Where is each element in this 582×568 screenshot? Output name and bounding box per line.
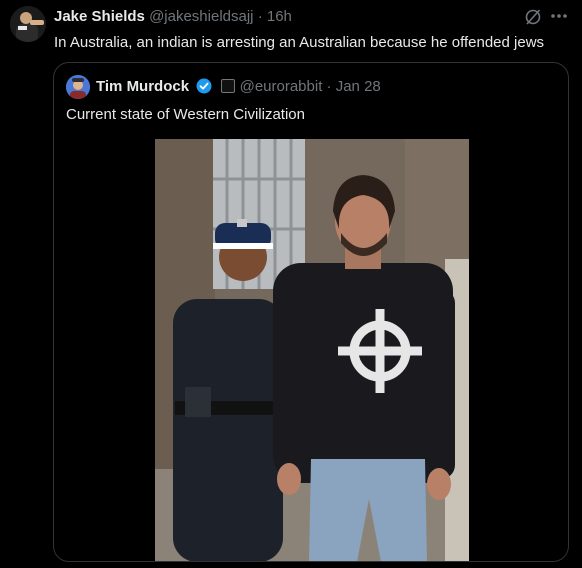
grok-icon[interactable] — [524, 8, 542, 26]
quoted-tweet-date[interactable]: Jan 28 — [336, 78, 381, 95]
separator-dot: · — [257, 8, 263, 25]
tweet: Jake Shields @jakeshieldsajj · 16h In Au… — [0, 0, 582, 568]
tweet-time[interactable]: 16h — [267, 8, 292, 25]
author-handle[interactable]: @jakeshieldsajj — [149, 8, 253, 25]
quoted-tweet[interactable]: Tim Murdock @eurorabbit · Jan 28 Current… — [53, 62, 569, 562]
tweet-header: Jake Shields @jakeshieldsajj · 16h — [54, 8, 522, 26]
quoted-author-avatar[interactable] — [66, 75, 90, 99]
author-avatar[interactable] — [10, 6, 46, 42]
verified-badge-icon — [196, 78, 212, 94]
separator-dot: · — [326, 78, 332, 95]
quoted-tweet-header: Tim Murdock @eurorabbit · Jan 28 — [96, 78, 381, 96]
more-options-icon[interactable] — [548, 6, 570, 26]
tweet-text: In Australia, an indian is arresting an … — [54, 34, 545, 51]
quoted-author-handle[interactable]: @eurorabbit — [240, 78, 323, 95]
quoted-tweet-text: Current state of Western Civilization — [66, 106, 305, 123]
affiliate-badge-icon[interactable] — [221, 79, 236, 93]
arrest-photo-illustration — [155, 139, 469, 561]
quoted-author-name[interactable]: Tim Murdock — [96, 78, 189, 95]
author-name[interactable]: Jake Shields — [54, 8, 145, 25]
video-thumbnail[interactable] — [155, 139, 469, 561]
